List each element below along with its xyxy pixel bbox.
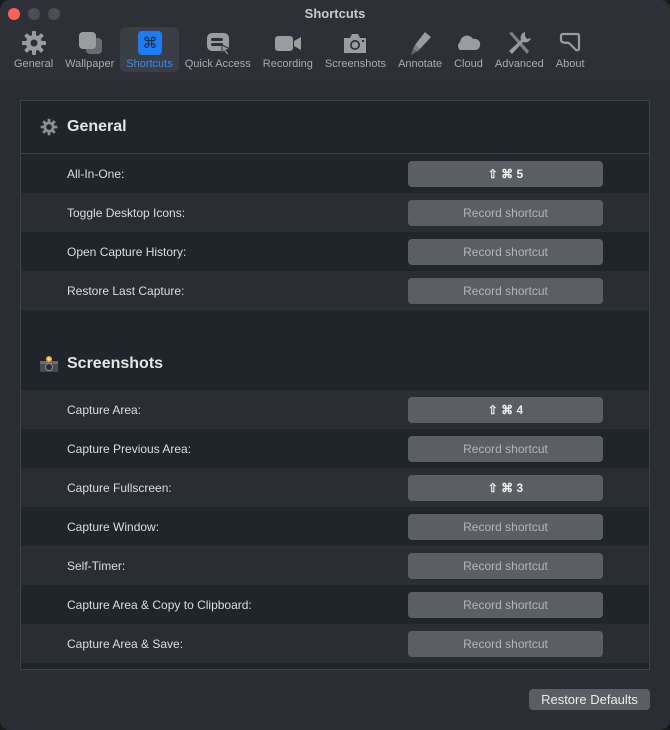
shortcut-recorder[interactable]: ⇧ ⌘ 4 <box>408 396 603 423</box>
section-title: General <box>67 118 127 135</box>
shortcut-recorder[interactable]: Record shortcut <box>408 591 603 618</box>
shortcut-label: Capture Previous Area: <box>67 441 192 456</box>
tab-quick-access[interactable]: Quick Access <box>179 27 257 72</box>
tab-label: Screenshots <box>324 58 387 70</box>
shortcut-row: Capture Area & Copy to Clipboard: Record… <box>21 585 649 624</box>
highlighter-icon <box>406 30 434 56</box>
tab-label: Cloud <box>454 58 483 70</box>
tab-annotate[interactable]: Annotate <box>392 27 448 72</box>
tab-cloud[interactable]: Cloud <box>448 27 489 72</box>
shortcut-label: Restore Last Capture: <box>67 283 185 298</box>
shortcut-label: Toggle Desktop Icons: <box>67 205 186 220</box>
tab-wallpaper[interactable]: Wallpaper <box>59 27 120 72</box>
shortcut-recorder[interactable]: Record shortcut <box>408 552 603 579</box>
shortcut-row: Capture Area: ⇧ ⌘ 4 <box>21 390 649 429</box>
gear-icon <box>20 30 48 56</box>
shortcut-recorder[interactable]: Record shortcut <box>408 513 603 540</box>
shortcut-row: Toggle Desktop Icons: Record shortcut <box>21 193 649 232</box>
shortcut-label: Capture Area & Save: <box>67 636 184 651</box>
tab-label: About <box>555 58 585 70</box>
section-header-screenshots: Screenshots <box>21 338 649 390</box>
shortcut-row: All-In-One: ⇧ ⌘ 5 <box>21 154 649 193</box>
shortcut-recorder[interactable]: Record shortcut <box>408 238 603 265</box>
shortcut-label: All-In-One: <box>67 166 125 181</box>
shortcut-label: Capture Fullscreen: <box>67 480 172 495</box>
about-icon <box>556 30 584 56</box>
shortcut-row: Restore Last Capture: Record shortcut <box>21 271 649 310</box>
shortcut-recorder[interactable]: Record shortcut <box>408 199 603 226</box>
command-icon: ⌘ <box>136 30 164 56</box>
window-title: Shortcuts <box>304 6 366 21</box>
shortcuts-window: Shortcuts General Wallpaper ⌘ Shortcuts … <box>0 0 670 730</box>
tab-advanced[interactable]: Advanced <box>489 27 550 72</box>
tab-label: Wallpaper <box>65 58 115 70</box>
tab-general[interactable]: General <box>8 27 59 72</box>
shortcut-row-partial: Record shortcut <box>21 663 649 671</box>
shortcut-label: Self-Timer: <box>67 558 126 573</box>
tab-label: Annotate <box>398 58 443 70</box>
tab-shortcuts[interactable]: ⌘ Shortcuts <box>120 27 179 72</box>
shortcut-row: Open Capture History: Record shortcut <box>21 232 649 271</box>
tab-screenshots[interactable]: Screenshots <box>319 27 392 72</box>
shortcut-label: Open Capture History: <box>67 244 187 259</box>
shortcut-recorder[interactable]: ⇧ ⌘ 5 <box>408 160 603 187</box>
cloud-icon <box>454 30 482 56</box>
camera-icon <box>341 30 369 56</box>
preferences-toolbar: General Wallpaper ⌘ Shortcuts Quick Acce… <box>8 27 662 75</box>
shortcut-row: Self-Timer: Record shortcut <box>21 546 649 585</box>
section-title: Screenshots <box>67 355 164 372</box>
video-camera-icon <box>274 30 302 56</box>
gear-icon <box>39 117 59 137</box>
restore-defaults-button[interactable]: Restore Defaults <box>529 689 650 710</box>
tab-label: General <box>14 58 54 70</box>
tools-icon <box>505 30 533 56</box>
shortcuts-list[interactable]: General All-In-One: ⇧ ⌘ 5 Toggle Desktop… <box>20 100 650 670</box>
shortcut-row: Capture Fullscreen: ⇧ ⌘ 3 <box>21 468 649 507</box>
tab-about[interactable]: About <box>550 27 591 72</box>
shortcut-recorder[interactable]: Record shortcut <box>408 670 603 671</box>
tab-label: Shortcuts <box>126 58 173 70</box>
titlebar: Shortcuts General Wallpaper ⌘ Shortcuts … <box>0 0 670 80</box>
shortcut-row: Capture Window: Record shortcut <box>21 507 649 546</box>
section-header-general: General <box>21 101 649 154</box>
shortcut-row: Capture Previous Area: Record shortcut <box>21 429 649 468</box>
shortcut-label: Capture Area & Copy to Clipboard: <box>67 597 252 612</box>
tab-recording[interactable]: Recording <box>257 27 319 72</box>
shortcut-recorder[interactable]: Record shortcut <box>408 435 603 462</box>
tab-label: Quick Access <box>184 58 251 70</box>
tab-label: Recording <box>262 58 313 70</box>
wallpaper-icon <box>76 30 104 56</box>
shortcut-recorder[interactable]: ⇧ ⌘ 3 <box>408 474 603 501</box>
shortcut-recorder[interactable]: Record shortcut <box>408 277 603 304</box>
quick-access-icon <box>204 30 232 56</box>
shortcut-label: Capture Area: <box>67 402 142 417</box>
camera-flash-icon <box>39 354 59 374</box>
tab-label: Advanced <box>494 58 544 70</box>
shortcut-row: Capture Area & Save: Record shortcut <box>21 624 649 663</box>
svg-text:⌘: ⌘ <box>142 34 157 52</box>
shortcut-recorder[interactable]: Record shortcut <box>408 630 603 657</box>
shortcut-label: Capture Window: <box>67 519 160 534</box>
